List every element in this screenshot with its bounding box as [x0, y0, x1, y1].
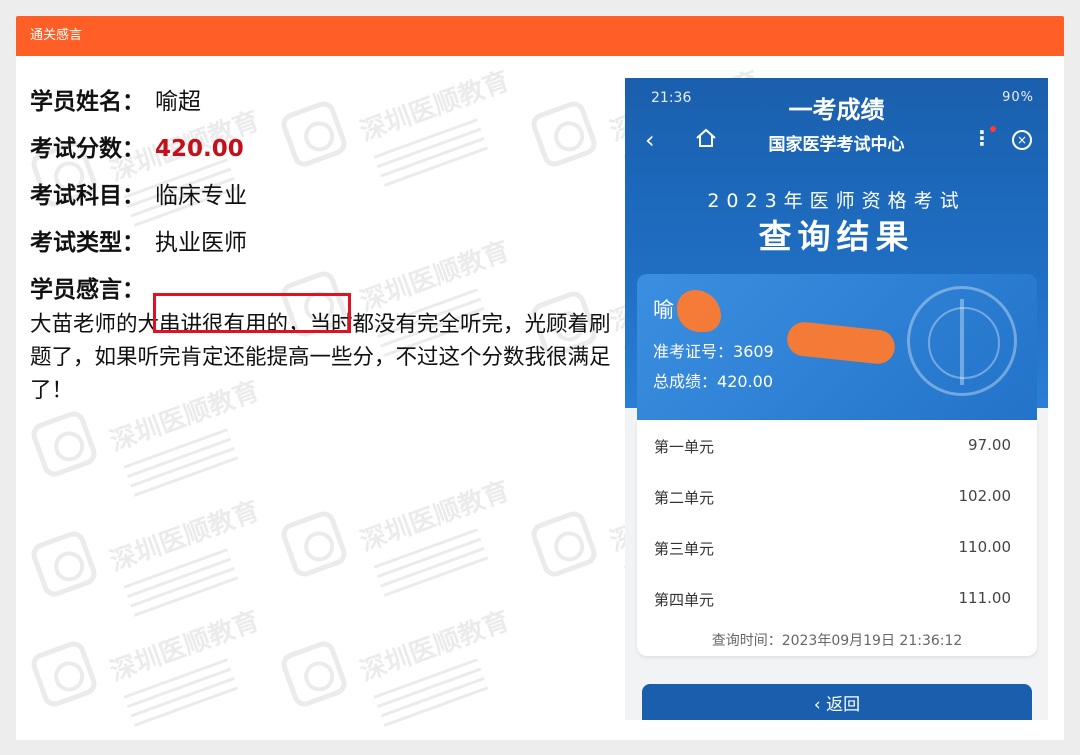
- overlay-title: 一考成绩: [788, 96, 885, 124]
- watermark-lines: [123, 658, 239, 728]
- chevron-left-icon: ‹: [813, 695, 827, 715]
- exam-score-value: 420.00: [155, 136, 244, 162]
- watermark-text: 深圳医顺教育: [356, 606, 514, 688]
- watermark-lines: [373, 118, 489, 188]
- exam-type-row: 考试类型： 执业医师: [30, 223, 247, 257]
- student-name-row: 学员姓名： 喻超: [30, 82, 201, 116]
- watermark-lines: [373, 528, 489, 598]
- content-card: 深圳医顺教育 深圳医顺教育 深圳医顺教育 深圳医顺教育 深圳医顺教育 深圳医顺教…: [16, 56, 1064, 740]
- total-row: 总成绩：420.00: [653, 368, 773, 392]
- exam-subtitle: 2023年医师资格考试: [707, 190, 966, 212]
- redaction-mark: [785, 320, 897, 366]
- watermark: 深圳医顺教育: [278, 66, 526, 196]
- total-value: 420.00: [717, 372, 773, 391]
- unit-score: 110.00: [958, 538, 1012, 556]
- watermark: 深圳医顺教育: [278, 476, 526, 606]
- score-row: 第三单元 110.00: [637, 522, 1037, 573]
- watermark-lines: [373, 658, 489, 728]
- result-name: 喻: [653, 298, 674, 322]
- watermark-lines: [123, 548, 239, 618]
- watermark-text: 深圳医顺教育: [106, 606, 264, 688]
- emblem-icon: [907, 286, 1017, 396]
- scores-card: 第一单元 97.00 第二单元 102.00 第三单元 110.00 第四单元 …: [637, 420, 1037, 656]
- exam-type-label: 考试类型：: [30, 230, 145, 256]
- ticket-row: 准考证号：3609: [653, 338, 774, 362]
- watermark-text: 深圳医顺教育: [356, 66, 514, 148]
- watermark-text: 深圳医顺教育: [356, 476, 514, 558]
- notification-dot: [990, 126, 996, 132]
- score-row: 第二单元 102.00: [637, 471, 1037, 522]
- result-card: 喻 准考证号：3609 总成绩：420.00: [637, 274, 1037, 420]
- watermark-logo-icon: [28, 638, 100, 710]
- score-row: 第四单元 111.00: [637, 573, 1037, 624]
- more-vertical-icon[interactable]: ⋮: [972, 126, 992, 150]
- watermark-logo-icon: [528, 98, 600, 170]
- close-circle-icon[interactable]: ×: [1012, 130, 1032, 150]
- total-label: 总成绩：: [653, 372, 718, 391]
- watermark-lines: [123, 428, 239, 498]
- back-button[interactable]: ‹ 返回: [642, 684, 1032, 720]
- exam-title: 查询结果: [758, 217, 915, 256]
- exam-score-row: 考试分数： 420.00: [30, 129, 244, 163]
- unit-label: 第三单元: [654, 540, 715, 558]
- watermark-logo-icon: [278, 638, 350, 710]
- watermark-logo-icon: [28, 528, 100, 600]
- comment-label: 学员感言：: [30, 277, 145, 303]
- nav-bar: ‹ 国家医学考试中心 ⋮ ×: [625, 122, 1048, 164]
- exam-subject-label: 考试科目：: [30, 183, 145, 209]
- exam-subject-row: 考试科目： 临床专业: [30, 176, 247, 210]
- phone-screenshot: 21:36 90% 一考成绩 ‹ 国家医学考试中心 ⋮ × 2023年医师资格考…: [625, 78, 1048, 720]
- unit-label: 第一单元: [654, 438, 715, 456]
- watermark-text: 深圳医顺教育: [106, 496, 264, 578]
- student-name-value: 喻超: [155, 89, 201, 115]
- query-time-value: 2023年09月19日 21:36:12: [781, 633, 963, 649]
- unit-score: 102.00: [958, 487, 1012, 505]
- exam-subject-value: 临床专业: [155, 183, 247, 209]
- student-name-label: 学员姓名：: [30, 89, 145, 115]
- ticket-label: 准考证号：: [653, 342, 734, 361]
- header-bar: 通关感言: [16, 16, 1064, 56]
- score-row: 第一单元 97.00: [637, 420, 1037, 471]
- unit-score: 97.00: [968, 436, 1011, 454]
- redaction-mark: [677, 290, 721, 332]
- exam-score-label: 考试分数：: [30, 136, 145, 162]
- comment-label-row: 学员感言：: [30, 270, 145, 304]
- watermark-logo-icon: [528, 508, 600, 580]
- unit-score: 111.00: [958, 589, 1012, 607]
- ticket-value: 3609: [733, 342, 774, 361]
- watermark-text: 深圳医顺教育: [356, 236, 514, 318]
- header-title: 通关感言: [30, 28, 83, 43]
- unit-label: 第四单元: [654, 591, 715, 609]
- watermark-logo-icon: [278, 508, 350, 580]
- watermark: 深圳医顺教育: [278, 606, 526, 736]
- query-time: 查询时间：2023年09月19日 21:36:12: [637, 630, 1037, 650]
- watermark-logo-icon: [278, 98, 350, 170]
- watermark-logo-icon: [28, 408, 100, 480]
- exam-type-value: 执业医师: [155, 230, 247, 256]
- watermark: 深圳医顺教育: [28, 496, 276, 626]
- back-label: 返回: [826, 695, 861, 715]
- watermark: 深圳医顺教育: [28, 606, 276, 736]
- highlight-box: [153, 293, 351, 333]
- unit-label: 第二单元: [654, 489, 715, 507]
- query-time-label: 查询时间：: [711, 633, 782, 649]
